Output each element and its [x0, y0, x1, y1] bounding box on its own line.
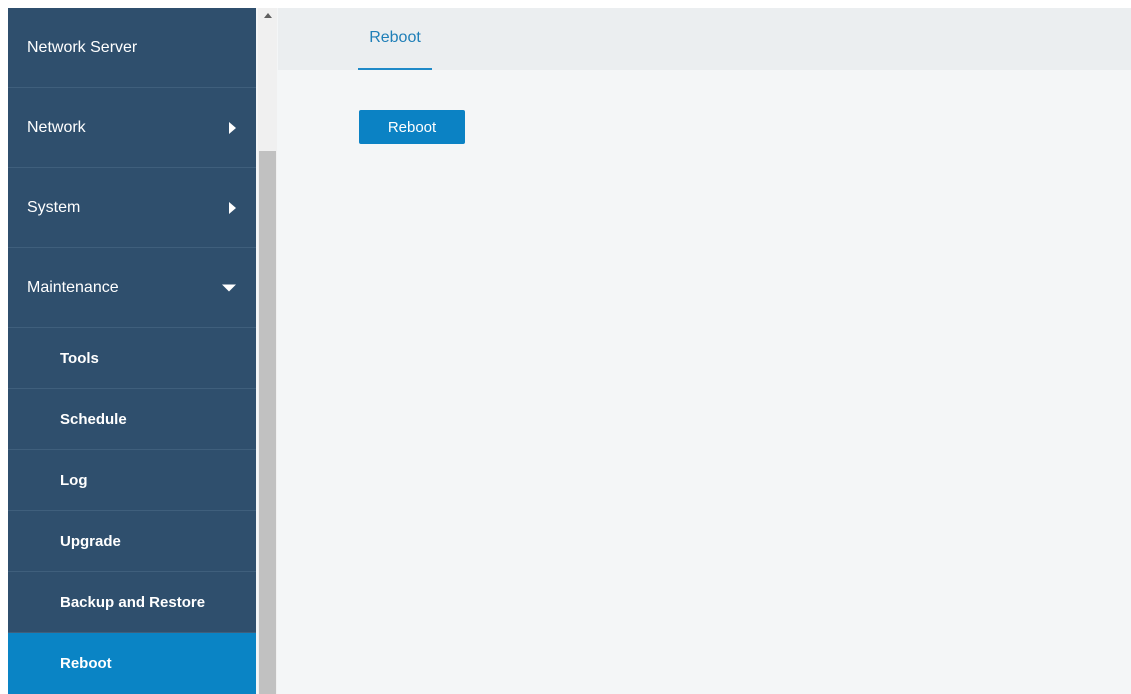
sidebar-item-system[interactable]: System: [8, 168, 256, 248]
reboot-button[interactable]: Reboot: [359, 110, 465, 144]
sidebar-subitem-label: Schedule: [60, 410, 127, 428]
tab-bar: Reboot: [278, 8, 1131, 70]
app-frame: Network Server Network System Maintenanc…: [8, 8, 1131, 694]
sidebar-scrollbar[interactable]: [258, 8, 277, 694]
sidebar-item-label: Network Server: [27, 38, 138, 56]
sidebar-subitem-schedule[interactable]: Schedule: [8, 389, 256, 450]
sidebar-subitem-log[interactable]: Log: [8, 450, 256, 511]
caret-down-icon: [222, 284, 236, 291]
caret-right-icon: [229, 201, 236, 214]
scrollbar-thumb[interactable]: [259, 151, 276, 694]
sidebar-subitem-backup-and-restore[interactable]: Backup and Restore: [8, 572, 256, 633]
sidebar-item-label: Maintenance: [27, 278, 119, 296]
sidebar-item-label: System: [27, 198, 81, 216]
sidebar-subitem-label: Upgrade: [60, 532, 121, 550]
sidebar: Network Server Network System Maintenanc…: [8, 8, 256, 694]
sidebar-subitem-upgrade[interactable]: Upgrade: [8, 511, 256, 572]
sidebar-item-label: Network: [27, 118, 86, 136]
caret-right-icon: [229, 121, 236, 134]
sidebar-subitem-label: Reboot: [60, 655, 112, 672]
sidebar-subitem-label: Tools: [60, 349, 99, 367]
sidebar-item-network-server[interactable]: Network Server: [8, 8, 256, 88]
scroll-up-arrow-icon[interactable]: [264, 13, 272, 18]
sidebar-item-maintenance[interactable]: Maintenance: [8, 248, 256, 328]
tab-reboot[interactable]: Reboot: [358, 8, 432, 70]
main-content: Reboot Reboot: [278, 8, 1131, 694]
sidebar-subitem-reboot[interactable]: Reboot: [8, 633, 256, 694]
sidebar-subitem-label: Backup and Restore: [60, 593, 206, 611]
sidebar-subitem-tools[interactable]: Tools: [8, 328, 256, 389]
sidebar-item-network[interactable]: Network: [8, 88, 256, 168]
sidebar-subitem-label: Log: [60, 471, 88, 489]
